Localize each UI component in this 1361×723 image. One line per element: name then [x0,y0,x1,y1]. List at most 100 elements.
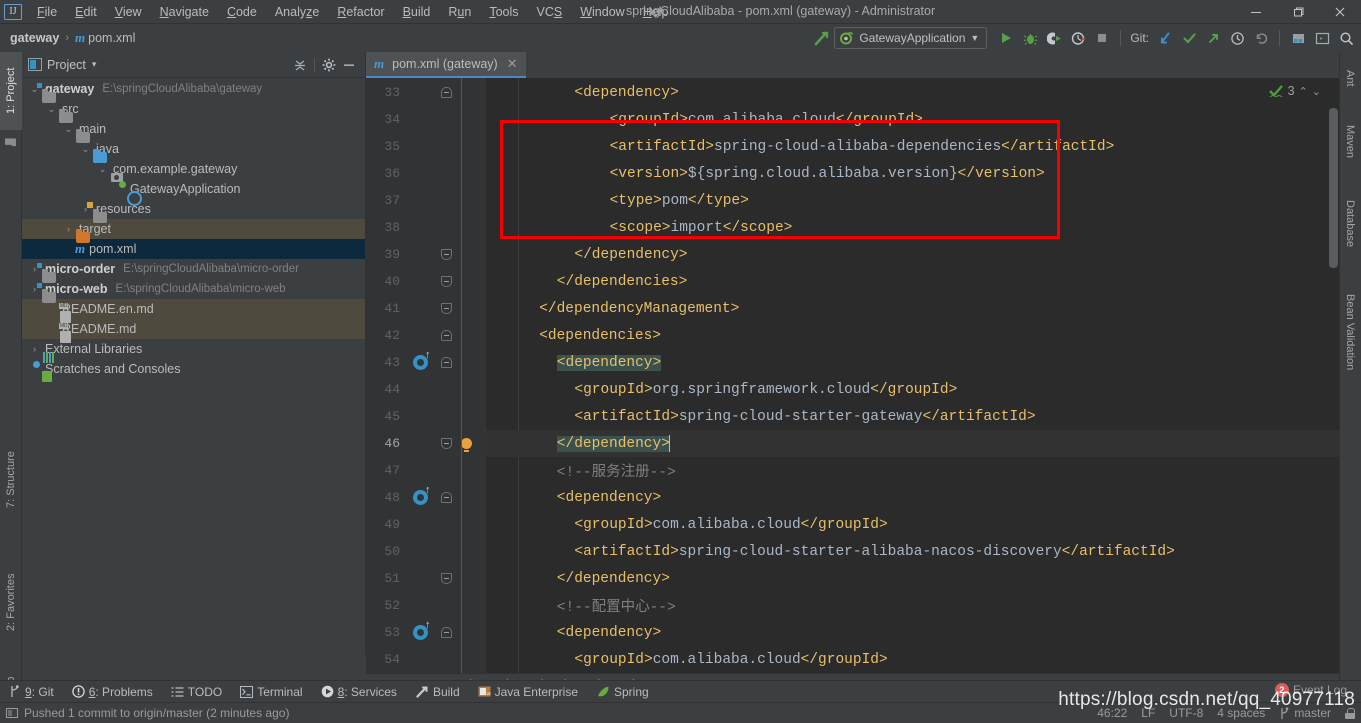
code-line-40[interactable]: </dependencies> [486,268,1339,295]
chevron-down-icon[interactable]: ▾ [92,59,97,70]
bottom-tool-build[interactable]: Build [406,683,469,701]
lock-icon[interactable] [1345,707,1355,719]
debug-button[interactable] [1019,27,1041,49]
gutter-line-44[interactable]: 44 [366,376,486,403]
close-button[interactable] [1319,0,1361,24]
code-line-50[interactable]: <artifactId> spring-cloud-starter-alibaba… [486,538,1339,565]
navbar-crumb-project[interactable]: gateway [6,29,63,47]
code-line-34[interactable]: <groupId> com.alibaba.cloud </groupId> [486,106,1339,133]
maven-dependency-icon[interactable] [412,620,431,640]
tree-item-java[interactable]: ⌄ java [22,139,365,163]
bottom-tool-9-git[interactable]: 9: Git [0,683,63,701]
gutter-line-35[interactable]: 35 [366,133,486,160]
sidebar-item-maven[interactable]: Maven [1339,108,1361,176]
tree-item-resources[interactable]: › resources [22,199,365,223]
gutter-line-42[interactable]: 42 [366,322,486,349]
gutter-line-49[interactable]: 49 [366,511,486,538]
code-line-38[interactable]: <scope> import </scope> [486,214,1339,241]
bottom-tool-todo[interactable]: TODO [162,683,231,701]
caret-position[interactable]: 46:22 [1097,706,1127,720]
tree-item-readme-md[interactable]: README.md [22,319,365,339]
menu-analyze[interactable]: Analyze [266,3,328,21]
stop-button[interactable] [1091,27,1113,49]
menu-code[interactable]: Code [218,3,266,21]
sidebar-item-favorites[interactable]: 2: Favorites [0,552,22,652]
hide-panel-icon[interactable] [339,55,359,75]
chevron-down-icon[interactable]: ⌄ [1312,85,1321,98]
tree-item-gatewayapplication[interactable]: GatewayApplication [22,179,365,199]
code-line-54[interactable]: <groupId> com.alibaba.cloud </groupId> [486,646,1339,673]
bottom-tool-8-services[interactable]: 8: Services [312,683,406,701]
code-fold-toggle[interactable] [440,627,452,638]
chevron-right-icon[interactable]: › [28,344,41,354]
code-line-37[interactable]: <type> pom </type> [486,187,1339,214]
git-rollback-button[interactable] [1250,27,1272,49]
editor-vertical-scrollbar[interactable] [1329,108,1338,268]
code-line-48[interactable]: <dependency> [486,484,1339,511]
sidebar-item-structure[interactable]: 7: Structure [0,432,22,528]
inspection-widget[interactable]: 3 ⌃ ⌄ [1268,84,1321,98]
gutter-line-38[interactable]: 38 [366,214,486,241]
code-line-36[interactable]: <version> ${spring.cloud.alibaba.version}… [486,160,1339,187]
gutter-line-52[interactable]: 52 [366,592,486,619]
tree-item-pom-xml[interactable]: m pom.xml [22,239,365,259]
line-separator[interactable]: LF [1141,706,1155,720]
tree-item-external-libraries[interactable]: › External Libraries [22,339,365,359]
gutter-line-36[interactable]: 36 [366,160,486,187]
code-line-44[interactable]: <groupId> org.springframework.cloud </grou… [486,376,1339,403]
code-line-49[interactable]: <groupId> com.alibaba.cloud </groupId> [486,511,1339,538]
code-fold-toggle[interactable] [440,303,452,314]
tree-item-src[interactable]: ⌄ src [22,99,365,123]
gutter-line-53[interactable]: 53 [366,619,486,646]
tree-item-readme-en-md[interactable]: README.en.md [22,299,365,319]
code-fold-toggle[interactable] [440,357,452,368]
bottom-tool-spring[interactable]: Spring [587,683,658,701]
menu-view[interactable]: View [106,3,151,21]
tree-item-micro-web[interactable]: › micro-web E:\springCloudAlibaba\micro-we… [22,279,365,303]
intention-bulb-icon[interactable] [460,438,472,452]
code-fold-toggle[interactable] [440,87,452,98]
code-line-47[interactable]: <!--服务注册--> [486,457,1339,484]
gear-icon[interactable] [319,55,339,75]
code-fold-toggle[interactable] [440,276,452,287]
run-with-coverage-button[interactable] [1043,27,1065,49]
chevron-down-icon[interactable]: ⌄ [79,144,92,155]
maximize-button[interactable] [1277,0,1319,24]
menu-window[interactable]: Window [571,3,633,21]
code-fold-toggle[interactable] [440,330,452,341]
chevron-right-icon[interactable]: › [62,224,75,234]
project-tree[interactable]: ⌄ gateway E:\springCloudAlibaba\gateway ⌄ sr… [22,79,365,655]
code-fold-toggle[interactable] [440,249,452,260]
git-branch-widget[interactable]: master [1279,706,1331,720]
gutter-line-51[interactable]: 51 [366,565,486,592]
bottom-tool-terminal[interactable]: Terminal [231,683,311,701]
run-button[interactable] [995,27,1017,49]
tree-item-micro-order[interactable]: › micro-order E:\springCloudAlibaba\micro-… [22,259,365,283]
menu-edit[interactable]: Edit [66,3,106,21]
code-fold-toggle[interactable] [440,438,452,449]
run-configuration-selector[interactable]: GatewayApplication ▼ [834,27,988,49]
chevron-down-icon[interactable]: ⌄ [96,164,109,175]
gutter-line-43[interactable]: 43 [366,349,486,376]
gutter-line-40[interactable]: 40 [366,268,486,295]
code-line-43[interactable]: <dependency> [486,349,1339,376]
code-line-45[interactable]: <artifactId> spring-cloud-starter-gateway… [486,403,1339,430]
sidebar-item-database[interactable]: Database [1339,182,1361,266]
sidebar-item-bean-validation[interactable]: Bean Validation [1339,272,1361,392]
chevron-up-icon[interactable]: ⌃ [1299,85,1308,98]
code-line-33[interactable]: <dependency> [486,79,1339,106]
sidebar-item-project[interactable]: 1: Project [0,52,22,130]
gutter-line-54[interactable]: 54 [366,646,486,673]
gutter-line-48[interactable]: 48 [366,484,486,511]
menu-run[interactable]: Run [439,3,480,21]
gutter-line-41[interactable]: 41 [366,295,486,322]
file-encoding[interactable]: UTF-8 [1169,706,1203,720]
navbar-crumb-file[interactable]: m pom.xml [71,28,139,48]
menu-refactor[interactable]: Refactor [328,3,393,21]
profile-button[interactable] [1067,27,1089,49]
editor-tab-pom-xml[interactable]: m pom.xml (gateway) ✕ [366,52,526,78]
menu-vcs[interactable]: VCS [528,3,572,21]
project-structure-button[interactable] [1287,27,1309,49]
gutter-line-46[interactable]: 46 [366,430,486,457]
editor-gutter[interactable]: 33 34 35 36 37 38 39 40 41 42 43 44 45 46 47 48 49 50 51 52… [366,78,486,683]
